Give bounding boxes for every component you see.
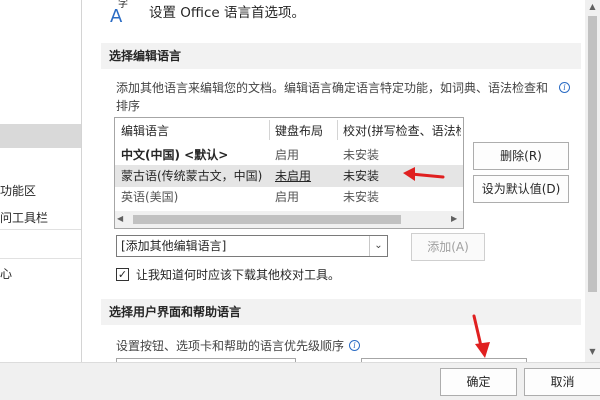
scroll-thumb[interactable] bbox=[588, 16, 597, 292]
sidebar-divider bbox=[0, 258, 81, 259]
combo-value: [添加其他编辑语言] bbox=[121, 239, 227, 253]
column-header-keyboard[interactable]: 键盘布局 bbox=[275, 120, 335, 142]
cell-language: 蒙古语(传统蒙古文，中国) bbox=[121, 169, 263, 183]
sidebar-item-label: 访问工具栏 bbox=[0, 211, 49, 225]
language-A-icon: 字 A bbox=[110, 0, 128, 24]
page-title: 设置 Office 语言首选项。 bbox=[149, 5, 305, 21]
column-separator[interactable] bbox=[337, 120, 338, 140]
cell-keyboard: 启用 bbox=[275, 148, 300, 162]
cell-proofing: 未安装 bbox=[343, 190, 380, 204]
add-language-combo[interactable]: [添加其他编辑语言] ⌄ bbox=[116, 235, 388, 257]
cell-keyboard: 启用 bbox=[275, 190, 300, 204]
sidebar-selected-item[interactable] bbox=[0, 124, 81, 148]
sidebar-divider bbox=[0, 229, 81, 230]
table-row[interactable]: 英语(美国) 启用 未安装 bbox=[115, 186, 463, 208]
ui-language-description: 设置按钮、选项卡和帮助的语言优先级顺序 bbox=[116, 339, 345, 353]
editing-language-section-header: 选择编辑语言 bbox=[101, 43, 581, 69]
chevron-down-icon[interactable]: ⌄ bbox=[369, 236, 387, 256]
cell-proofing: 未安装 bbox=[343, 148, 380, 162]
info-icon[interactable]: i bbox=[559, 82, 570, 93]
table-row[interactable]: 中文(中国) <默认> 启用 未安装 bbox=[115, 144, 463, 166]
table-header-row: 编辑语言 键盘布局 校对(拼写检查、语法检 bbox=[115, 120, 463, 142]
scroll-down-icon[interactable]: ▼ bbox=[585, 345, 600, 359]
checkbox-label: 让我知道何时应该下载其他校对工具。 bbox=[136, 268, 341, 282]
icon-letter: A bbox=[110, 6, 123, 24]
editing-language-description: 添加其他语言来编辑您的文档。编辑语言确定语言特定功能，如词典、语法检查和排序 bbox=[116, 81, 549, 113]
annotation-arrow-icon bbox=[472, 314, 490, 358]
scroll-up-icon[interactable]: ▲ bbox=[585, 0, 600, 14]
options-sidebar: 义功能区 访问工具栏 项 中心 bbox=[0, 0, 82, 362]
sidebar-item-quick-access-toolbar[interactable]: 访问工具栏 bbox=[0, 207, 48, 229]
dialog-footer: 确定 取消 bbox=[0, 362, 600, 400]
sidebar-item-trust-center[interactable]: 中心 bbox=[0, 263, 12, 285]
sidebar-item-label: 中心 bbox=[0, 267, 13, 281]
scroll-left-icon[interactable]: ◀ bbox=[117, 214, 123, 223]
scroll-right-icon[interactable]: ▶ bbox=[451, 214, 457, 223]
column-separator[interactable] bbox=[269, 120, 270, 140]
proofing-tools-checkbox[interactable]: ✓ bbox=[116, 268, 129, 281]
annotation-arrow-icon bbox=[403, 167, 445, 181]
ok-button[interactable]: 确定 bbox=[440, 368, 517, 396]
scroll-thumb[interactable] bbox=[133, 215, 401, 224]
vertical-scrollbar[interactable]: ▲ ▼ bbox=[585, 0, 600, 362]
ui-language-section-header: 选择用户界面和帮助语言 bbox=[101, 299, 581, 325]
sidebar-item-label: 义功能区 bbox=[0, 184, 37, 198]
language-options-panel: 字 A 设置 Office 语言首选项。 选择编辑语言 添加其他语言来编辑您的文… bbox=[83, 0, 583, 362]
info-icon[interactable]: i bbox=[349, 340, 360, 351]
cell-language: 英语(美国) bbox=[121, 190, 179, 204]
table-horizontal-scrollbar[interactable]: ◀ ▶ bbox=[115, 211, 463, 228]
cell-language: 中文(中国) <默认> bbox=[121, 148, 229, 162]
column-header-language[interactable]: 编辑语言 bbox=[121, 120, 271, 142]
cancel-button[interactable]: 取消 bbox=[524, 368, 600, 396]
sidebar-item-customize-ribbon[interactable]: 义功能区 bbox=[0, 180, 36, 202]
set-default-button[interactable]: 设为默认值(D) bbox=[473, 175, 569, 203]
column-header-proofing[interactable]: 校对(拼写检查、语法检 bbox=[343, 120, 461, 142]
cell-keyboard-link[interactable]: 未启用 bbox=[275, 165, 335, 187]
delete-button[interactable]: 删除(R) bbox=[473, 142, 569, 170]
add-button[interactable]: 添加(A) bbox=[411, 233, 485, 261]
